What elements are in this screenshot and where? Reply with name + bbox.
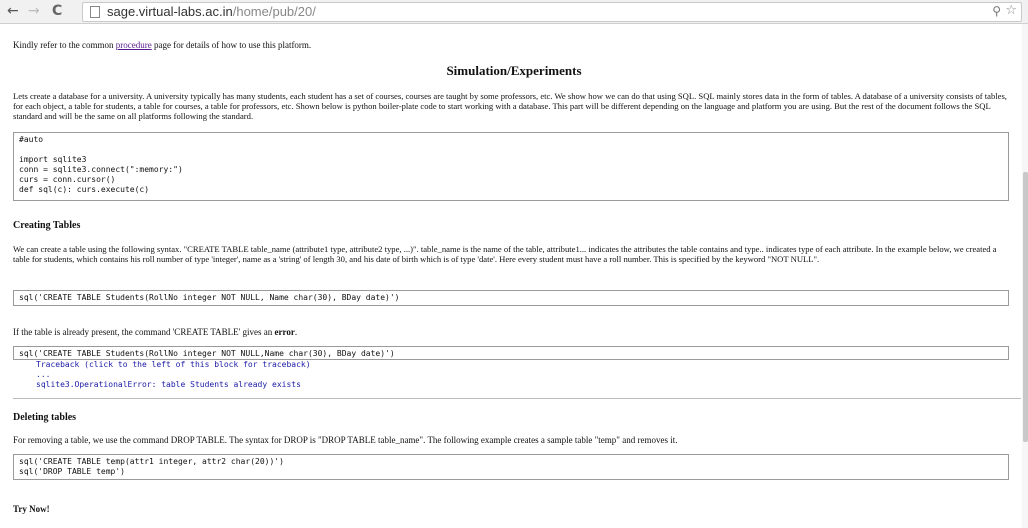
deleting-tables-paragraph: For removing a table, we use the command… [13,435,678,445]
address-bar[interactable]: sage.virtual-labs.ac.in/home/pub/20/ ⚲ ☆ [82,2,1022,22]
code-cell-create-again[interactable]: sql('CREATE TABLE Students(RollNo intege… [13,346,1009,360]
intro-paragraph: Lets create a database for a university.… [13,91,1007,121]
url-text[interactable]: sage.virtual-labs.ac.in/home/pub/20/ [107,4,316,19]
already-prefix: If the table is already present, the com… [13,327,275,337]
traceback-output[interactable]: Traceback (click to the left of this blo… [36,360,311,390]
intro-line: Kindly refer to the common procedure pag… [13,40,311,51]
scrollbar-thumb[interactable] [1023,172,1028,442]
scrollbar[interactable] [1022,24,1028,528]
back-arrow-icon[interactable]: ← [7,3,19,19]
zoom-icon[interactable]: ⚲ [992,4,1001,18]
deleting-tables-heading: Deleting tables [13,412,77,423]
reload-icon[interactable]: C [52,3,62,19]
bookmark-star-icon[interactable]: ☆ [1005,3,1017,18]
code-cell-create[interactable]: sql('CREATE TABLE Students(RollNo intege… [13,290,1009,306]
creating-tables-paragraph: We can create a table using the followin… [13,244,997,264]
already-present-text: If the table is already present, the com… [13,327,297,338]
intro-suffix: page for details of how to use this plat… [151,40,312,50]
procedure-link[interactable]: procedure [116,40,152,50]
forward-arrow-icon[interactable]: → [28,3,40,19]
url-host: sage.virtual-labs.ac.in [107,4,233,19]
already-suffix: . [294,327,298,337]
code-cell-drop[interactable]: sql('CREATE TABLE temp(attr1 integer, at… [13,454,1009,480]
creating-tables-heading: Creating Tables [13,220,81,231]
section-divider [13,398,1021,399]
error-word: error [274,327,295,337]
intro-prefix: Kindly refer to the common [13,40,116,50]
url-path: /home/pub/20/ [232,4,316,19]
page-icon [90,6,100,18]
browser-toolbar: ← → C sage.virtual-labs.ac.in/home/pub/2… [0,0,1028,24]
code-cell-setup[interactable]: #auto import sqlite3 conn = sqlite3.conn… [13,132,1009,201]
try-now-heading: Try Now! [13,504,50,514]
section-title: Simulation/Experiments [446,63,582,78]
